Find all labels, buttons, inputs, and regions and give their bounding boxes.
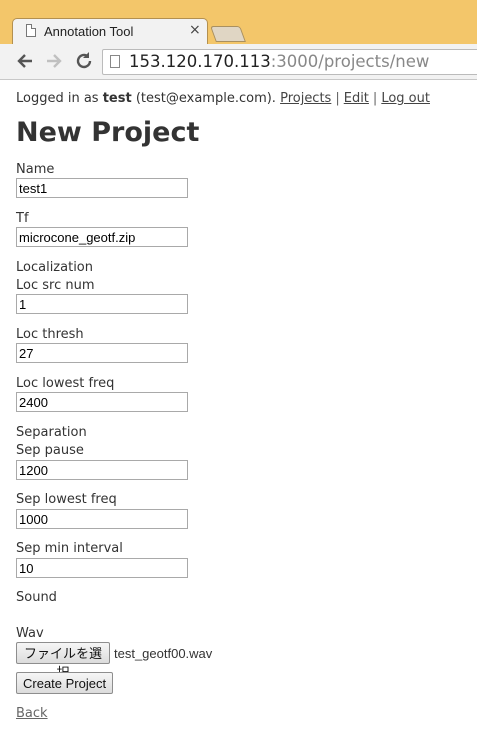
loc-thresh-field[interactable]	[16, 343, 188, 363]
tf-field[interactable]	[16, 227, 188, 247]
reload-icon[interactable]	[73, 50, 95, 72]
tf-label: Tf	[16, 211, 29, 226]
sep-lowest-freq-field[interactable]	[16, 509, 188, 529]
sep-min-interval-field[interactable]	[16, 558, 188, 578]
loc-src-num-field[interactable]	[16, 294, 188, 314]
back-arrow-icon[interactable]	[14, 50, 36, 72]
browser-titlebar: Annotation Tool ×	[0, 0, 477, 44]
loc-lowest-freq-field[interactable]	[16, 392, 188, 412]
sep-pause-field[interactable]	[16, 460, 188, 480]
tab-title: Annotation Tool	[44, 24, 134, 39]
projects-link[interactable]: Projects	[280, 91, 331, 106]
loc-thresh-label: Loc thresh	[16, 327, 84, 342]
back-link[interactable]: Back	[16, 706, 48, 721]
name-field[interactable]	[16, 178, 188, 198]
wav-label: Wav	[16, 626, 44, 641]
name-label: Name	[16, 162, 55, 177]
user-email: (test@example.com).	[135, 91, 276, 106]
logout-link[interactable]: Log out	[381, 91, 430, 106]
tab-close-icon[interactable]: ×	[189, 22, 201, 38]
create-project-button[interactable]: Create Project	[16, 672, 114, 694]
browser-tab[interactable]: Annotation Tool ×	[12, 18, 208, 44]
page-favicon-icon	[26, 24, 36, 37]
choose-file-button[interactable]: ファイルを選択	[16, 642, 110, 680]
page-icon	[110, 55, 120, 68]
user-nav: Logged in as test (test@example.com). Pr…	[16, 91, 430, 106]
url-text: 153.120.170.113:3000/projects/new	[129, 52, 430, 71]
address-bar[interactable]: 153.120.170.113:3000/projects/new	[102, 49, 477, 75]
logged-in-prefix: Logged in as	[16, 91, 99, 106]
sound-heading: Sound	[16, 590, 57, 605]
new-tab-button[interactable]	[210, 26, 246, 42]
localization-heading: Localization	[16, 260, 93, 275]
loc-lowest-freq-label: Loc lowest freq	[16, 376, 115, 391]
edit-link[interactable]: Edit	[344, 91, 369, 106]
sep-min-interval-label: Sep min interval	[16, 541, 123, 556]
separation-heading: Separation	[16, 425, 87, 440]
selected-file-name: test_geotf00.wav	[114, 646, 213, 661]
loc-src-num-label: Loc src num	[16, 278, 95, 293]
username: test	[102, 91, 132, 106]
sep-pause-label: Sep pause	[16, 443, 84, 458]
sep-lowest-freq-label: Sep lowest freq	[16, 492, 117, 507]
browser-toolbar: 153.120.170.113:3000/projects/new	[0, 44, 477, 80]
forward-arrow-icon[interactable]	[43, 50, 65, 72]
page-title: New Project	[16, 117, 200, 148]
